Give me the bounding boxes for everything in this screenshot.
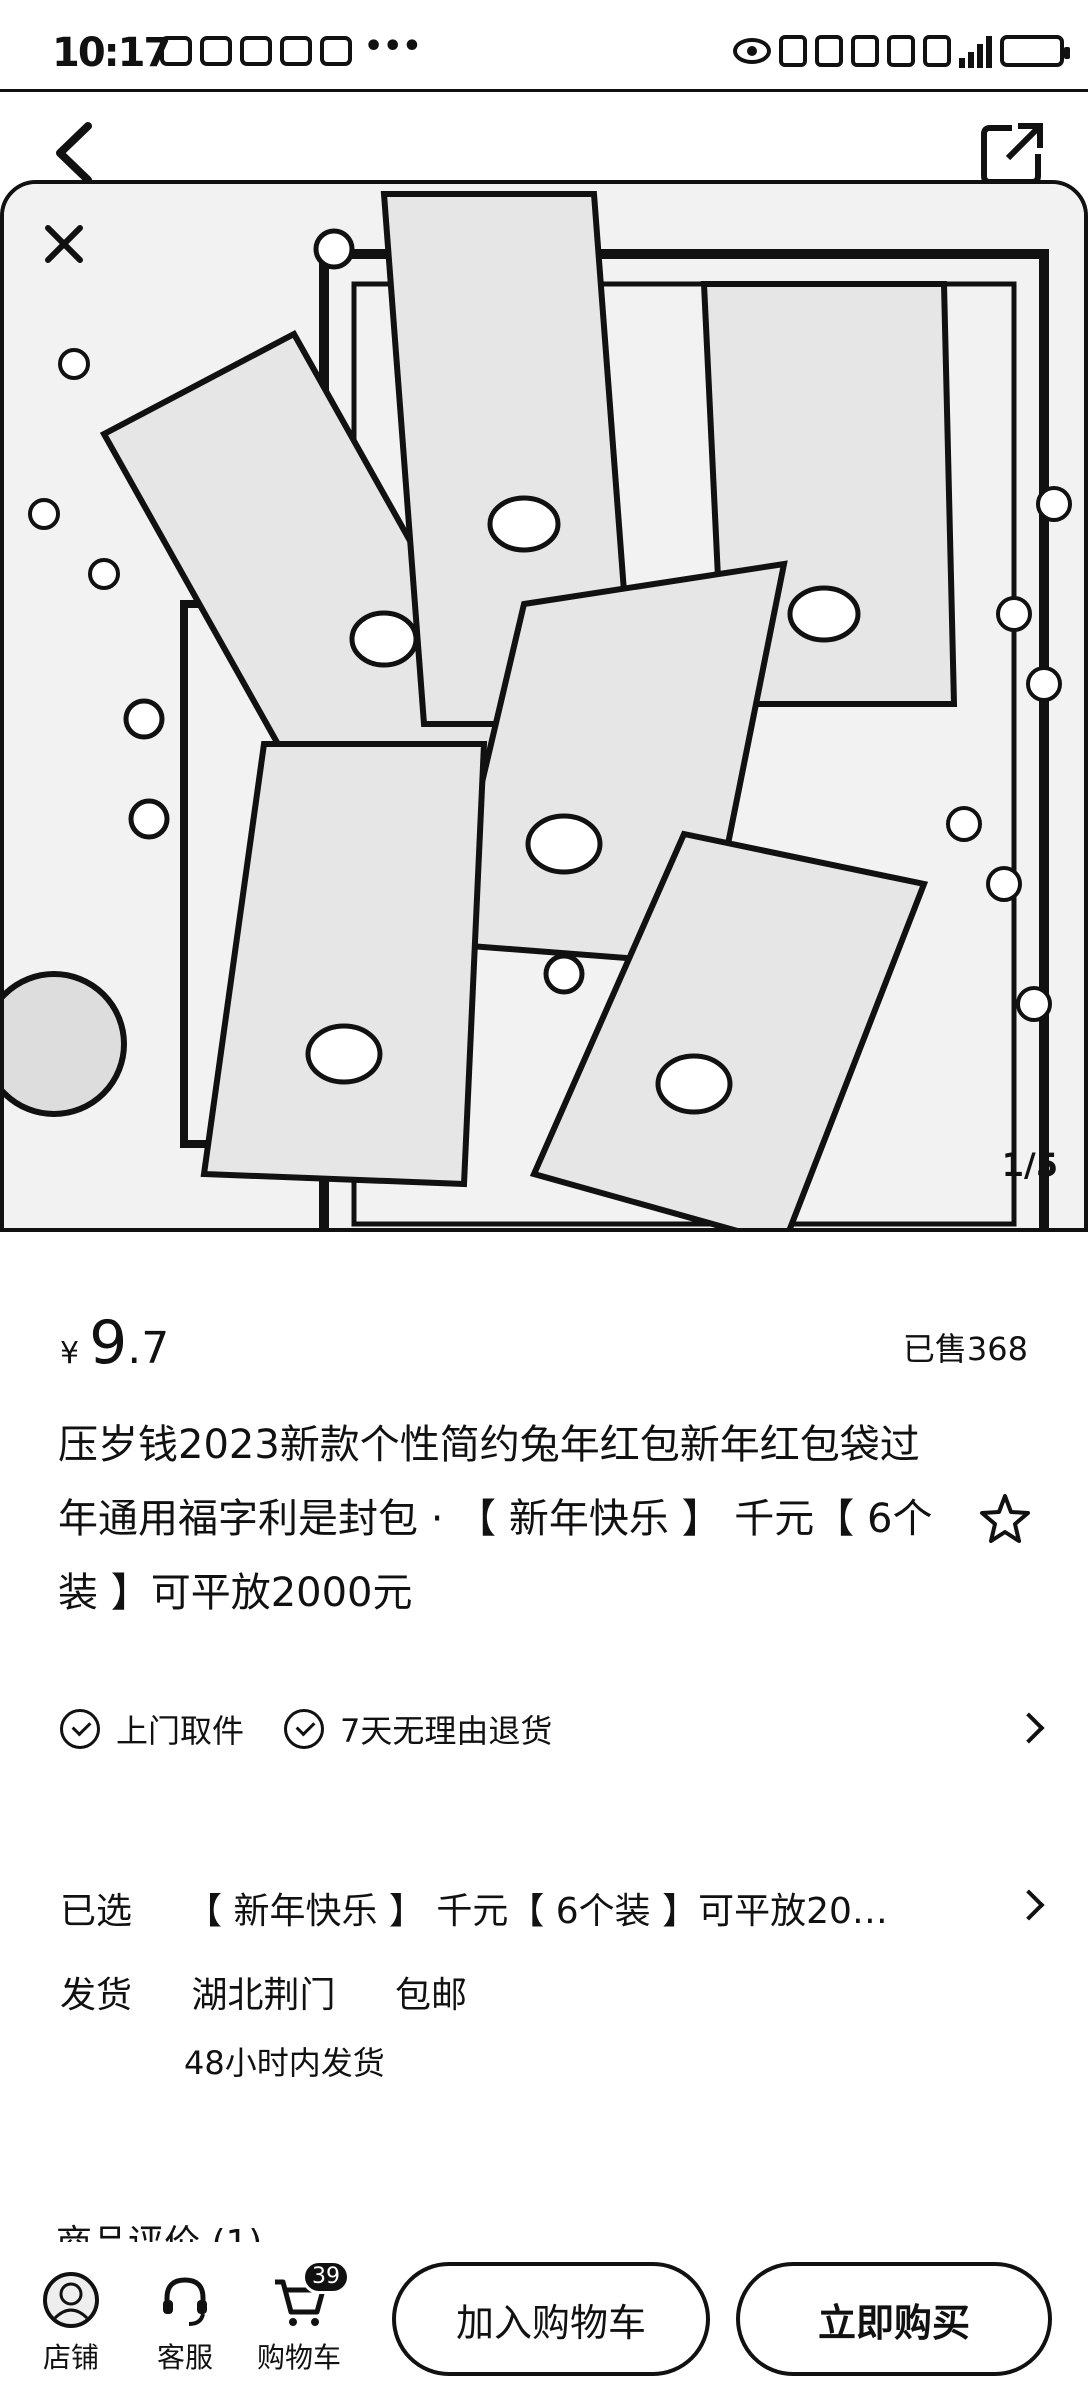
shop-avatar-icon (16, 2268, 126, 2332)
check-circle-icon (60, 1709, 100, 1749)
chevron-right-icon (1013, 1889, 1045, 1921)
headset-icon (130, 2268, 240, 2332)
check-circle-icon (284, 1709, 325, 1749)
bottom-action-bar: 店铺 客服 39 购物车 加入购物车 立即购买 (0, 2244, 1088, 2400)
shipping-row: 发货 湖北荆门 包邮 (60, 1966, 515, 2018)
message-notification-icon (320, 36, 352, 66)
cart-count-badge: 39 (302, 2260, 350, 2294)
vibrate-icon (887, 35, 915, 67)
product-title: 压岁钱2023新款个性简约兔年红包新年红包袋过年通用福字利是封包 · 【 新年快… (58, 1422, 933, 1616)
selected-value: 【 新年快乐 】 千元【 6个装 】可平放20… (186, 1891, 888, 1932)
share-button[interactable] (978, 118, 1048, 188)
close-gallery-button[interactable] (42, 222, 86, 266)
notification-icons: ••• (160, 29, 422, 66)
close-icon (45, 225, 83, 263)
selected-label: 已选 (60, 1891, 133, 1932)
cart-label: 购物车 (256, 2341, 341, 2374)
eye-comfort-icon (733, 38, 771, 64)
reviews-header[interactable]: 商品评价 (1) (56, 2214, 262, 2242)
product-image (4, 184, 1084, 1228)
add-to-cart-button[interactable]: 加入购物车 (392, 2262, 710, 2376)
star-icon (980, 1494, 1030, 1543)
service-label: 上门取件 (116, 1712, 245, 1750)
buy-now-button[interactable]: 立即购买 (736, 2262, 1052, 2376)
status-time: 10:17 (52, 30, 171, 76)
alarm-icon (815, 35, 843, 67)
signal-icon (959, 34, 992, 68)
sync-notification-icon (240, 36, 272, 66)
back-button[interactable] (48, 118, 108, 188)
shipping-note: 48小时内发货 (184, 2044, 385, 2082)
shipping-fee: 包邮 (394, 1975, 467, 2016)
shop-label: 店铺 (42, 2341, 99, 2374)
status-bar: 10:17 ••• (0, 0, 1088, 92)
customer-service-tab[interactable]: 客服 (130, 2268, 240, 2376)
price-integer: 9 (89, 1308, 128, 1378)
favorite-button[interactable] (978, 1492, 1032, 1546)
service-item: 上门取件 (60, 1706, 244, 1752)
chevron-right-icon (1013, 1712, 1045, 1744)
price-decimal: .7 (127, 1323, 170, 1374)
shop-tab[interactable]: 店铺 (16, 2268, 126, 2376)
selected-variant-row[interactable]: 已选 【 新年快乐 】 千元【 6个装 】可平放20… (60, 1878, 1045, 1932)
shipping-origin: 湖北荆门 (191, 1975, 336, 2016)
gallery-counter: 1/5 (1001, 1146, 1058, 1184)
chevron-left-icon (56, 122, 92, 184)
share-icon (981, 123, 1043, 185)
system-icons (733, 34, 1070, 68)
nfc-icon (779, 35, 807, 67)
currency-symbol: ¥ (60, 1336, 80, 1371)
more-notifications-icon: ••• (364, 29, 422, 64)
battery-icon (1000, 35, 1070, 67)
app-notification-icon (280, 36, 312, 66)
cart-tab[interactable]: 39 购物车 (244, 2260, 354, 2376)
sold-count: 已售368 (902, 1330, 1028, 1368)
bluetooth-icon (851, 35, 879, 67)
product-image-gallery[interactable] (0, 180, 1088, 1232)
service-guarantees-row[interactable]: 上门取件 7天无理由退货 (60, 1704, 1045, 1754)
wifi-icon (923, 35, 951, 67)
product-price: ¥ 9 .7 (60, 1308, 169, 1378)
customer-service-label: 客服 (156, 2341, 213, 2374)
gallery-notification-icon (160, 36, 192, 66)
shipping-label: 发货 (60, 1975, 133, 2016)
service-label: 7天无理由退货 (340, 1712, 553, 1750)
service-item: 7天无理由退货 (284, 1706, 552, 1752)
search-notification-icon (200, 36, 232, 66)
cart-icon: 39 (244, 2260, 354, 2332)
